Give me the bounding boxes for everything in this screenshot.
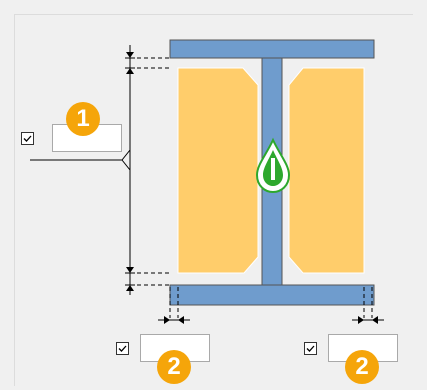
callout-badge-2-right: 2 — [345, 350, 379, 384]
checkmark-icon — [306, 345, 315, 352]
horizontal-dimension-left — [158, 316, 190, 324]
checkmark-icon — [118, 345, 127, 352]
i-beam-diagram — [30, 39, 384, 324]
horizontal-dimension-right — [352, 316, 384, 324]
checkmark-icon — [23, 135, 32, 142]
right-gap-checkbox[interactable] — [304, 342, 317, 355]
callout-badge-1: 1 — [66, 102, 100, 136]
callout-badge-2-left: 2 — [157, 350, 191, 384]
brace-connector — [30, 68, 131, 273]
insulation-right — [288, 67, 365, 274]
thickness-checkbox[interactable] — [21, 132, 34, 145]
top-flange — [169, 39, 375, 59]
left-gap-checkbox[interactable] — [116, 342, 129, 355]
bottom-flange — [169, 284, 375, 306]
insulation-left — [177, 67, 259, 274]
